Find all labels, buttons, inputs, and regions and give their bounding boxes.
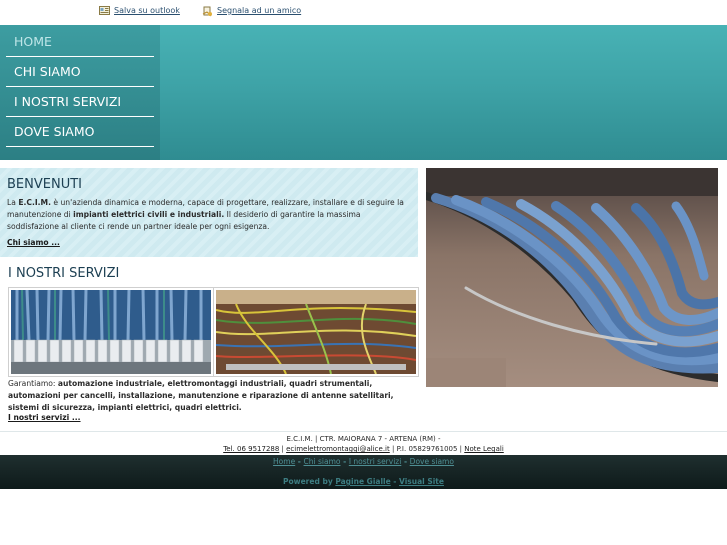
footer-address: E.C.I.M. | CTR. MAIORANA 7 - ARTENA (RM)… (286, 435, 441, 443)
servizi-link[interactable]: I nostri servizi ... (8, 413, 81, 422)
specialty-text: impianti elettrici civili e industriali. (73, 210, 225, 219)
pagine-gialle-link[interactable]: Pagine Gialle (335, 477, 390, 486)
services-list: automazione industriale, elettromontaggi… (8, 379, 394, 412)
powered-by: Powered by Pagine Gialle - Visual Site (283, 477, 444, 486)
cables-photo (426, 168, 718, 387)
footer-contacts: Tel. 06 9517288 | ecimelettromontaggi@al… (223, 445, 504, 453)
phone-link[interactable]: Tel. 06 9517288 (223, 445, 279, 453)
welcome-title: BENVENUTI (7, 177, 82, 192)
bottom-nav: Home - Chi siamo - I nostri servizi - Do… (273, 457, 454, 466)
outlook-card-icon (99, 6, 110, 15)
bottom-link-home[interactable]: Home (273, 457, 295, 466)
welcome-text: La E.C.I.M. è un'azienda dinamica e mode… (7, 198, 404, 231)
services-title: I NOSTRI SERVIZI (8, 266, 120, 281)
bottom-link-servizi[interactable]: I nostri servizi (349, 457, 402, 466)
bottom-bar: Home - Chi siamo - I nostri servizi - Do… (0, 455, 727, 489)
nav-item-home[interactable]: HOME (6, 28, 154, 57)
welcome-box: BENVENUTI La E.C.I.M. è un'azienda dinam… (0, 168, 418, 257)
send-friend-label[interactable]: Segnala ad un amico (217, 6, 301, 15)
company-name: E.C.I.M. (18, 198, 51, 207)
nav-item-dove-siamo[interactable]: DOVE SIAMO (6, 118, 154, 147)
vat-number: P.I. 05829761005 (396, 445, 458, 453)
send-friend-icon (202, 6, 213, 17)
send-friend-link[interactable]: Segnala ad un amico (202, 6, 301, 17)
legal-notes-link[interactable]: Note Legali (464, 445, 504, 453)
nav-item-servizi[interactable]: I NOSTRI SERVIZI (6, 88, 154, 117)
top-bar: Salva su outlook Segnala ad un amico (0, 0, 727, 24)
save-outlook-label[interactable]: Salva su outlook (114, 6, 180, 15)
nav-item-chi-siamo[interactable]: CHI SIAMO (6, 58, 154, 87)
services-text: Garantiamo: automazione industriale, ele… (8, 379, 394, 412)
bottom-link-dove-siamo[interactable]: Dove siamo (410, 457, 454, 466)
footer: E.C.I.M. | CTR. MAIORANA 7 - ARTENA (RM)… (0, 431, 727, 455)
chi-siamo-link[interactable]: Chi siamo ... (7, 238, 60, 247)
email-link[interactable]: ecimelettromontaggi@alice.it (286, 445, 390, 453)
service-photo-terminals (9, 288, 213, 376)
bottom-link-chi-siamo[interactable]: Chi siamo (304, 457, 341, 466)
service-photo-panel (214, 288, 418, 376)
save-outlook-link[interactable]: Salva su outlook (99, 6, 180, 15)
visual-site-link[interactable]: Visual Site (399, 477, 444, 486)
main-nav: HOME CHI SIAMO I NOSTRI SERVIZI DOVE SIA… (0, 25, 160, 160)
